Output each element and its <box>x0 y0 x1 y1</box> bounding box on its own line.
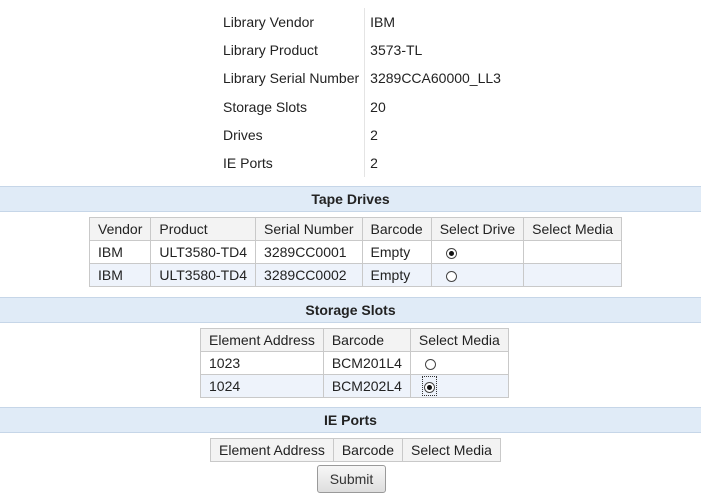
product-cell: ULT3580-TD4 <box>150 263 257 287</box>
column-header: Vendor <box>88 217 152 241</box>
column-header: Product <box>150 217 257 241</box>
table-header-row: Element Address Barcode Select Media <box>210 438 501 462</box>
select-drive-cell <box>430 263 525 287</box>
barcode-cell: BCM202L4 <box>322 374 411 398</box>
select-media-radio[interactable] <box>424 358 436 370</box>
info-label: Storage Slots <box>218 92 366 121</box>
info-label: IE Ports <box>218 148 366 178</box>
barcode-cell: BCM201L4 <box>322 351 411 375</box>
column-header: Select Media <box>523 217 623 241</box>
info-value: 3289CCA60000_LL3 <box>370 70 501 87</box>
column-header: Barcode <box>332 438 404 462</box>
info-value: 20 <box>370 98 386 115</box>
column-header: Select Drive <box>430 217 525 241</box>
library-info-table: Library Vendor IBM Library Product 3573-… <box>218 8 506 178</box>
barcode-cell: Empty <box>361 263 432 287</box>
table-row: 1024 BCM202L4 <box>200 374 509 398</box>
product-cell: ULT3580-TD4 <box>150 240 257 264</box>
info-label: Library Product <box>218 36 366 65</box>
column-header: Barcode <box>322 328 411 352</box>
table-row: 1023 BCM201L4 <box>200 351 509 375</box>
table-row: IBM ULT3580-TD4 3289CC0002 Empty <box>88 263 623 287</box>
tape-drives-table: Vendor Product Serial Number Barcode Sel… <box>88 217 623 287</box>
vendor-cell: IBM <box>88 263 152 287</box>
select-media-cell <box>523 263 623 287</box>
info-value: IBM <box>370 14 396 31</box>
column-header: Element Address <box>200 328 324 352</box>
info-row: Library Vendor IBM <box>218 8 506 37</box>
info-row: IE Ports 2 <box>218 148 506 178</box>
info-row: Drives 2 <box>218 120 506 149</box>
ie-ports-header: IE Ports <box>0 407 701 433</box>
select-media-cell <box>523 240 623 264</box>
info-value: 2 <box>370 126 378 143</box>
info-value: 3573-TL <box>370 42 423 59</box>
info-label: Library Vendor <box>218 8 366 37</box>
tape-drives-header: Tape Drives <box>0 186 701 212</box>
serial-cell: 3289CC0002 <box>255 263 363 287</box>
column-header: Select Media <box>402 438 501 462</box>
select-media-cell <box>409 374 509 398</box>
column-header: Barcode <box>361 217 432 241</box>
column-header: Select Media <box>409 328 509 352</box>
info-row: Storage Slots 20 <box>218 92 506 121</box>
serial-cell: 3289CC0001 <box>255 240 363 264</box>
info-row: Library Serial Number 3289CCA60000_LL3 <box>218 64 506 93</box>
address-cell: 1024 <box>200 374 324 398</box>
submit-button[interactable]: Submit <box>317 465 386 493</box>
info-label: Library Serial Number <box>218 64 366 93</box>
info-value: 2 <box>370 155 378 172</box>
column-header: Serial Number <box>255 217 363 241</box>
select-media-cell <box>409 351 509 375</box>
address-cell: 1023 <box>200 351 324 375</box>
table-header-row: Vendor Product Serial Number Barcode Sel… <box>88 217 623 241</box>
info-label: Drives <box>218 120 366 149</box>
info-row: Library Product 3573-TL <box>218 36 506 65</box>
vendor-cell: IBM <box>88 240 152 264</box>
focus-outline <box>421 376 437 396</box>
storage-slots-table: Element Address Barcode Select Media 102… <box>200 328 509 398</box>
barcode-cell: Empty <box>361 240 432 264</box>
table-header-row: Element Address Barcode Select Media <box>200 328 509 352</box>
storage-slots-header: Storage Slots <box>0 297 701 323</box>
table-row: IBM ULT3580-TD4 3289CC0001 Empty <box>88 240 623 264</box>
select-drive-cell <box>430 240 525 264</box>
select-media-radio[interactable] <box>423 381 435 393</box>
ie-ports-table: Element Address Barcode Select Media <box>210 438 501 462</box>
column-header: Element Address <box>210 438 334 462</box>
select-drive-radio[interactable] <box>445 247 457 259</box>
select-drive-radio[interactable] <box>445 270 457 282</box>
